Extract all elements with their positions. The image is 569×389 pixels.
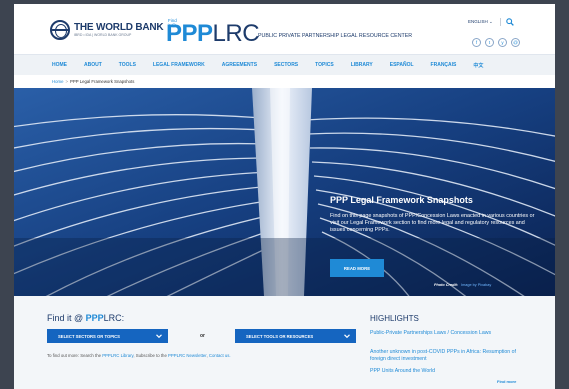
- breadcrumb: Home > PPP Legal Framework Snapshots: [52, 79, 134, 84]
- main-nav: HOME ABOUT TOOLS LEGAL FRAMEWORK AGREEME…: [14, 54, 555, 75]
- search-icon[interactable]: [506, 18, 514, 26]
- header-divider: [500, 18, 501, 26]
- find-title: Find it @ PPPLRC:: [47, 313, 124, 323]
- hero-body: Find on this page snapshots of PPP/Conce…: [330, 213, 535, 233]
- ppp-full-name: PUBLIC PRIVATE PARTNERSHIP LEGAL RESOURC…: [258, 33, 413, 39]
- hero-title: PPP Legal Framework Snapshots: [330, 195, 473, 205]
- page: THE WORLD BANK IBRD • IDA | WORLD BANK G…: [14, 4, 555, 389]
- world-bank-logo[interactable]: THE WORLD BANK IBRD • IDA | WORLD BANK G…: [50, 20, 164, 40]
- highlight-item[interactable]: Another unknown in post-COVID PPPs in Af…: [370, 349, 530, 363]
- find-section: Find it @ PPPLRC: SELECT SECTORS OR TOPI…: [14, 296, 555, 389]
- nav-item-sectors[interactable]: SECTORS: [274, 62, 298, 69]
- photo-credit: Photo Credit: Image by Pixabay: [434, 283, 491, 287]
- nav-item-library[interactable]: LIBRARY: [351, 62, 373, 69]
- nav-item-legal-framework[interactable]: LEGAL FRAMEWORK: [153, 62, 205, 69]
- ppp-logo-light: LRC: [212, 20, 260, 47]
- nav-item-agreements[interactable]: AGREEMENTS: [222, 62, 257, 69]
- photo-credit-link[interactable]: Image by Pixabay: [461, 283, 491, 287]
- nav-item-espanol[interactable]: ESPAÑOL: [390, 62, 414, 69]
- photo-credit-label: Photo Credit:: [434, 283, 459, 287]
- site-header: THE WORLD BANK IBRD • IDA | WORLD BANK G…: [14, 4, 555, 54]
- newsletter-link[interactable]: PPPLRC Newsletter: [168, 353, 206, 358]
- find-title-suffix: LRC:: [103, 313, 125, 323]
- find-more-link[interactable]: Find more: [497, 379, 516, 384]
- sectors-topics-label: SELECT SECTORS OR TOPICS: [58, 333, 120, 339]
- youtube-icon[interactable]: y: [498, 38, 507, 47]
- globe-icon: [50, 20, 70, 40]
- world-bank-subtitle: IBRD • IDA | WORLD BANK GROUP: [74, 32, 132, 37]
- breadcrumb-home[interactable]: Home: [52, 79, 63, 84]
- nav-item-topics[interactable]: TOPICS: [315, 62, 334, 69]
- help-mid: , Subscribe to the: [133, 353, 169, 358]
- tools-resources-label: SELECT TOOLS OR RESOURCES: [246, 333, 314, 339]
- highlight-item[interactable]: Public-Private Partnerships Laws / Conce…: [370, 330, 530, 337]
- nav-item-tools[interactable]: TOOLS: [119, 62, 136, 69]
- nav-item-about[interactable]: ABOUT: [84, 62, 102, 69]
- read-more-button[interactable]: READ MORE: [330, 259, 384, 277]
- facebook-icon[interactable]: f: [472, 38, 481, 47]
- contact-link[interactable]: Contact us.: [209, 353, 231, 358]
- nav-item-chinese[interactable]: 中文: [473, 62, 483, 69]
- highlight-item[interactable]: PPP Units Around the World: [370, 368, 530, 375]
- bridge-photo: [14, 88, 555, 296]
- chevron-down-icon: [344, 334, 350, 339]
- nav-item-francais[interactable]: FRANÇAIS: [431, 62, 457, 69]
- highlights-title: HIGHLIGHTS: [370, 314, 419, 323]
- library-link[interactable]: PPPLRC Library: [102, 353, 133, 358]
- nav-item-home[interactable]: HOME: [52, 62, 67, 69]
- help-prefix: To find out more: Search the: [47, 353, 103, 358]
- sectors-topics-dropdown[interactable]: SELECT SECTORS OR TOPICS: [47, 329, 168, 343]
- hero-banner: PPP Legal Framework Snapshots Find on th…: [14, 88, 555, 296]
- breadcrumb-separator: >: [65, 79, 68, 84]
- email-icon[interactable]: @: [511, 38, 520, 47]
- language-selector[interactable]: ENGLISH ⌄: [468, 19, 493, 25]
- ppp-logo-bold: PPP: [166, 20, 213, 47]
- find-title-ppp: PPP: [85, 313, 104, 323]
- chevron-down-icon: [156, 334, 162, 339]
- tools-resources-dropdown[interactable]: SELECT TOOLS OR RESOURCES: [235, 329, 356, 343]
- social-links: f t y @: [472, 38, 520, 47]
- breadcrumb-current: PPP Legal Framework Snapshots: [69, 79, 135, 84]
- or-separator: or: [200, 333, 205, 339]
- twitter-icon[interactable]: t: [485, 38, 494, 47]
- world-bank-title: THE WORLD BANK: [74, 21, 164, 33]
- find-title-prefix: Find it @: [47, 313, 86, 323]
- help-line: To find out more: Search the PPPLRC Libr…: [47, 353, 231, 358]
